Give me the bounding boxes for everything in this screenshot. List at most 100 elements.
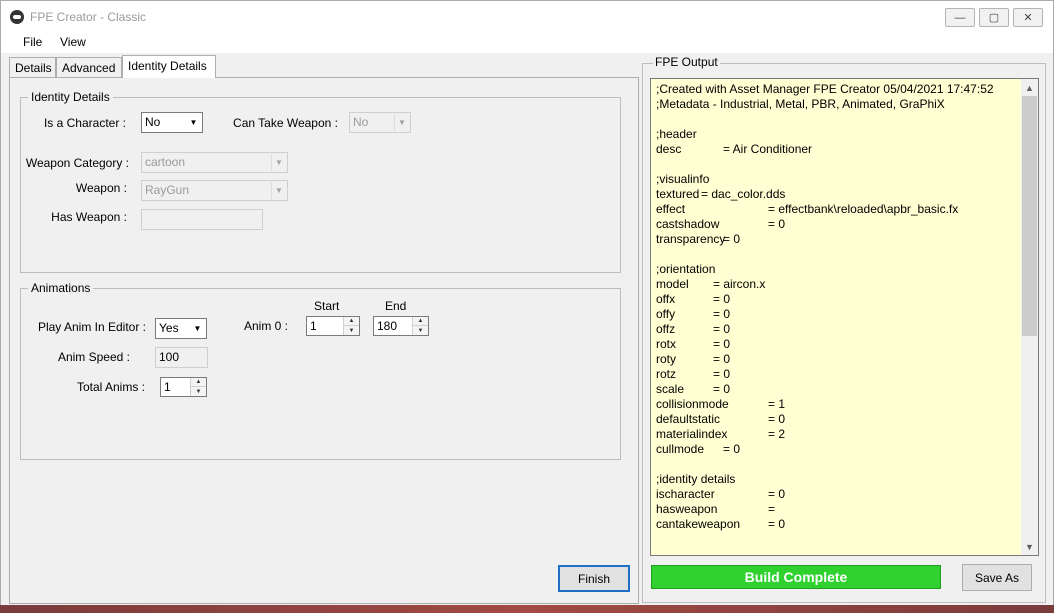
- chevron-down-icon: ▼: [394, 114, 409, 131]
- can-take-weapon-label: Can Take Weapon :: [233, 116, 338, 130]
- identity-details-group: Identity Details Is a Character : No ▼ C…: [20, 90, 621, 273]
- output-line: transparency= 0: [656, 232, 1018, 247]
- stepper-down-icon[interactable]: ▼: [344, 326, 359, 335]
- stepper-buttons: ▲ ▼: [412, 317, 428, 335]
- play-anim-label: Play Anim In Editor :: [37, 320, 146, 334]
- anim0-start-stepper[interactable]: 1 ▲ ▼: [306, 316, 360, 336]
- save-as-button[interactable]: Save As: [962, 564, 1032, 591]
- output-value: = 0: [723, 232, 741, 246]
- maximize-button[interactable]: ▢: [979, 8, 1009, 27]
- identity-details-panel: Identity Details Is a Character : No ▼ C…: [9, 77, 639, 604]
- output-value: =: [768, 502, 776, 516]
- fpe-output-textarea[interactable]: ;Created with Asset Manager FPE Creator …: [650, 78, 1039, 556]
- anim0-label: Anim 0 :: [243, 319, 288, 333]
- minimize-icon: —: [954, 11, 966, 24]
- stepper-buttons: ▲ ▼: [343, 317, 359, 335]
- total-anims-stepper[interactable]: 1 ▲ ▼: [160, 377, 207, 397]
- output-scrollbar[interactable]: ▲ ▼: [1021, 79, 1038, 555]
- output-value: = 2: [768, 427, 786, 441]
- output-key: offx: [656, 292, 676, 306]
- output-value: = 0: [713, 337, 731, 351]
- scroll-thumb[interactable]: [1022, 96, 1037, 336]
- output-key: offy: [656, 307, 676, 321]
- desktop-strip: [0, 605, 1054, 613]
- has-weapon-field[interactable]: [141, 209, 263, 230]
- output-key: ischaracter: [656, 487, 715, 501]
- output-key: transparency: [656, 232, 726, 246]
- stepper-up-icon[interactable]: ▲: [413, 317, 428, 326]
- output-key: rotz: [656, 367, 677, 381]
- output-key: effect: [656, 202, 686, 216]
- output-line: ischaracter = 0: [656, 487, 1018, 502]
- anim0-start-value: 1: [310, 319, 317, 333]
- output-line: hasweapon =: [656, 502, 1018, 517]
- scroll-up-icon[interactable]: ▲: [1021, 79, 1038, 96]
- animations-group-title: Animations: [28, 281, 94, 295]
- output-key: ;header: [656, 127, 697, 141]
- stepper-up-icon[interactable]: ▲: [344, 317, 359, 326]
- stepper-down-icon[interactable]: ▼: [413, 326, 428, 335]
- scroll-down-icon[interactable]: ▼: [1021, 538, 1038, 555]
- is-character-value: No: [145, 115, 161, 129]
- output-key: offz: [656, 322, 676, 336]
- stepper-down-icon[interactable]: ▼: [191, 387, 206, 396]
- tab-identity-details[interactable]: Identity Details: [122, 55, 216, 78]
- output-key: ;identity details: [656, 472, 736, 486]
- finish-button[interactable]: Finish: [558, 565, 630, 592]
- can-take-weapon-value: No: [353, 115, 369, 129]
- output-line: scale = 0: [656, 382, 1018, 397]
- output-line: ;orientation: [656, 262, 1018, 277]
- output-line: defaultstatic = 0: [656, 412, 1018, 427]
- chevron-down-icon: ▼: [193, 324, 202, 333]
- has-weapon-label: Has Weapon :: [51, 210, 127, 224]
- output-value: = 0: [713, 307, 731, 321]
- weapon-select[interactable]: RayGun ▼: [141, 180, 288, 201]
- menu-bar: File View: [1, 31, 1053, 53]
- output-key: cullmode: [656, 442, 705, 456]
- menu-view[interactable]: View: [60, 35, 86, 49]
- stepper-up-icon[interactable]: ▲: [191, 378, 206, 387]
- output-key: ;Metadata - Industrial, Metal, PBR, Anim…: [656, 97, 945, 111]
- output-key: collisionmode: [656, 397, 729, 411]
- tab-details[interactable]: Details: [9, 57, 56, 77]
- menu-file[interactable]: File: [23, 35, 42, 49]
- weapon-value: RayGun: [145, 183, 190, 197]
- output-value: = 0: [723, 442, 741, 456]
- output-value: = Air Conditioner: [723, 142, 813, 156]
- can-take-weapon-select[interactable]: No ▼: [349, 112, 411, 133]
- fpe-output-title: FPE Output: [653, 55, 720, 69]
- output-line: roty = 0: [656, 352, 1018, 367]
- is-character-select[interactable]: No ▼: [141, 112, 203, 133]
- minimize-button[interactable]: —: [945, 8, 975, 27]
- weapon-category-label: Weapon Category :: [25, 156, 129, 170]
- title-bar: FPE Creator - Classic — ▢ ✕: [1, 1, 1053, 31]
- output-key: ;visualinfo: [656, 172, 710, 186]
- play-anim-select[interactable]: Yes ▼: [155, 318, 207, 339]
- output-key: rotx: [656, 337, 677, 351]
- tab-advanced[interactable]: Advanced: [56, 57, 122, 77]
- output-key: cantakeweapon: [656, 517, 741, 531]
- play-anim-value: Yes: [159, 321, 179, 335]
- stepper-buttons: ▲ ▼: [190, 378, 206, 396]
- output-value: = effectbank\reloaded\apbr_basic.fx: [768, 202, 959, 216]
- weapon-label: Weapon :: [75, 181, 127, 195]
- output-key: defaultstatic: [656, 412, 721, 426]
- output-line: textured = dac_color.dds: [656, 187, 1018, 202]
- anim-speed-field[interactable]: 100: [155, 347, 208, 368]
- output-key: hasweapon: [656, 502, 718, 516]
- output-key: textured: [656, 187, 700, 201]
- output-line: ;visualinfo: [656, 172, 1018, 187]
- output-value: = 0: [768, 517, 786, 531]
- total-anims-value: 1: [164, 380, 171, 394]
- output-value: = 0: [713, 292, 731, 306]
- output-key: castshadow: [656, 217, 720, 231]
- close-button[interactable]: ✕: [1013, 8, 1043, 27]
- anim0-end-stepper[interactable]: 180 ▲ ▼: [373, 316, 429, 336]
- output-line: model = aircon.x: [656, 277, 1018, 292]
- output-line: desc = Air Conditioner: [656, 142, 1018, 157]
- chevron-down-icon: ▼: [271, 154, 286, 171]
- weapon-category-select[interactable]: cartoon ▼: [141, 152, 288, 173]
